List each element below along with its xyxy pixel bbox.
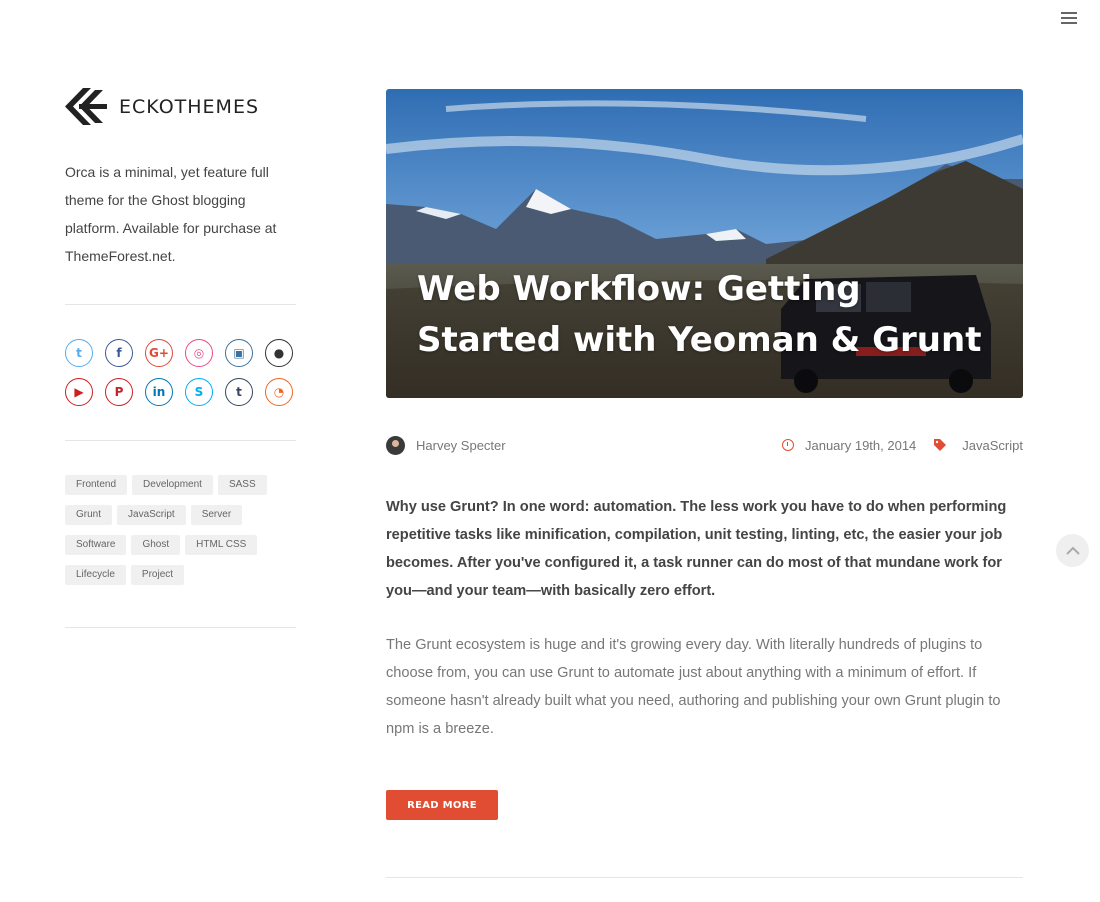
- google-plus-icon-glyph: G+: [149, 346, 169, 360]
- dribbble-icon-glyph: ◎: [193, 346, 205, 360]
- google-plus-icon[interactable]: G+: [145, 339, 173, 367]
- post-meta-right: January 19th, 2014 JavaScript: [781, 437, 1023, 453]
- skype-icon-glyph: S: [194, 385, 204, 399]
- tag-link[interactable]: Server: [190, 505, 243, 525]
- tag-icon: [934, 439, 947, 451]
- tag-link[interactable]: SASS: [217, 475, 267, 495]
- brand-name: ECKOTHEMES: [119, 95, 260, 118]
- tag-link[interactable]: Software: [65, 535, 127, 555]
- sidebar-divider: [65, 627, 296, 628]
- tag-link[interactable]: Frontend: [65, 475, 128, 495]
- rss-icon-glyph: ◔: [273, 385, 285, 399]
- linkedin-icon[interactable]: in: [145, 378, 173, 406]
- post-meta: Harvey Specter January 19th, 2014 JavaSc…: [386, 435, 1023, 455]
- post-title[interactable]: Web Workflow: Getting Started with Yeoma…: [417, 264, 997, 366]
- dribbble-icon[interactable]: ◎: [185, 339, 213, 367]
- post-category[interactable]: JavaScript: [962, 438, 1023, 453]
- instagram-icon[interactable]: ▣: [225, 339, 253, 367]
- tag-link[interactable]: Development: [132, 475, 213, 495]
- post-lead: Why use Grunt? In one word: automation. …: [386, 499, 1007, 599]
- facebook-icon-glyph: f: [116, 346, 122, 360]
- tag-link[interactable]: Lifecycle: [65, 565, 126, 585]
- menu-icon[interactable]: [1058, 9, 1080, 27]
- skype-icon[interactable]: S: [185, 378, 213, 406]
- instagram-icon-glyph: ▣: [233, 346, 245, 360]
- tumblr-icon-glyph: t: [236, 385, 242, 399]
- post-date: January 19th, 2014: [804, 437, 917, 453]
- read-more-button[interactable]: READ MORE: [386, 790, 498, 820]
- twitter-icon[interactable]: t: [65, 339, 93, 367]
- brand[interactable]: ECKOTHEMES: [65, 88, 296, 125]
- tag-link[interactable]: Project: [130, 565, 185, 585]
- author-avatar[interactable]: [386, 435, 405, 455]
- sidebar-divider: [65, 304, 296, 305]
- post-excerpt: The Grunt ecosystem is huge and it's gro…: [386, 637, 1001, 737]
- facebook-icon[interactable]: f: [105, 339, 133, 367]
- sidebar-blurb: Orca is a minimal, yet feature full them…: [65, 164, 277, 264]
- youtube-icon[interactable]: ▶: [65, 378, 93, 406]
- sidebar-divider: [65, 440, 296, 441]
- clock-icon: [781, 439, 794, 451]
- tumblr-icon[interactable]: t: [225, 378, 253, 406]
- sidebar: ECKOTHEMES Orca is a minimal, yet featur…: [65, 88, 296, 628]
- youtube-icon-glyph: ▶: [74, 385, 84, 399]
- tag-link[interactable]: JavaScript: [117, 505, 186, 525]
- scroll-to-top-button[interactable]: [1056, 534, 1089, 567]
- post-hero-image[interactable]: Web Workflow: Getting Started with Yeoma…: [386, 89, 1023, 398]
- tag-cloud: Frontend Development SASS Grunt JavaScript Se…: [65, 475, 296, 585]
- social-links: t f G+ ◎ ▣ ● ▶ Pin St ◔: [65, 339, 296, 406]
- post-divider: [386, 877, 1023, 878]
- tag-link[interactable]: Grunt: [65, 505, 113, 525]
- pinterest-icon[interactable]: P: [105, 378, 133, 406]
- linkedin-icon-glyph: in: [152, 385, 166, 399]
- twitter-icon-glyph: t: [76, 346, 82, 360]
- rss-icon[interactable]: ◔: [265, 378, 293, 406]
- chevron-up-icon: [1065, 546, 1080, 555]
- github-icon-glyph: ●: [273, 346, 285, 360]
- pinterest-icon-glyph: P: [114, 385, 124, 399]
- github-icon[interactable]: ●: [265, 339, 293, 367]
- ecko-logo-icon: [65, 88, 107, 125]
- tag-link[interactable]: Ghost: [131, 535, 181, 555]
- author-name[interactable]: Harvey Specter: [416, 438, 506, 453]
- tag-link[interactable]: HTML CSS: [185, 535, 258, 555]
